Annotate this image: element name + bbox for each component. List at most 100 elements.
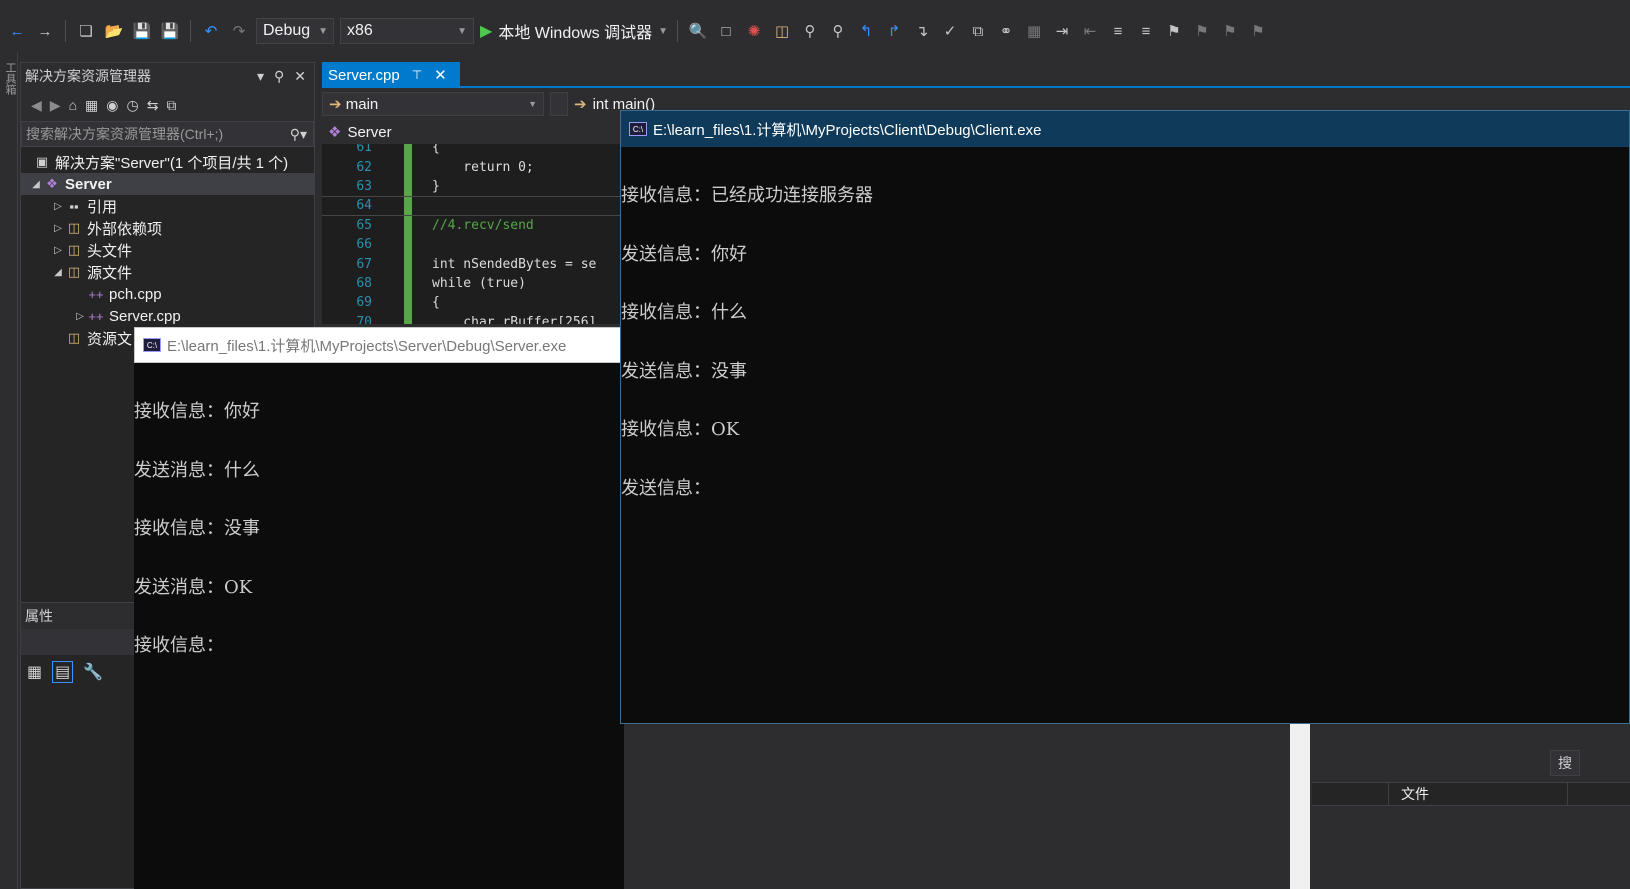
expanded-arrow-icon[interactable]: ◢ <box>29 179 43 190</box>
outdent-icon[interactable]: ⇤ <box>1079 20 1101 42</box>
platform-dropdown[interactable]: x86 ▼ <box>340 18 474 44</box>
alphabetical-icon[interactable]: ▤ <box>52 661 74 683</box>
extension-icon[interactable]: ✺ <box>743 20 765 42</box>
prev-bookmark-icon[interactable]: ⚑ <box>1191 20 1213 42</box>
server-console-titlebar[interactable]: C:\ E:\learn_files\1.计算机\MyProjects\Serv… <box>134 327 624 363</box>
toolbar-separator <box>65 20 66 42</box>
pin-icon[interactable]: ⊤ <box>412 68 422 82</box>
tree-item-label: 源文件 <box>87 264 133 282</box>
next-bookmark-icon[interactable]: ⚑ <box>1219 20 1241 42</box>
indent-icon[interactable]: ⇥ <box>1051 20 1073 42</box>
spellcheck-icon[interactable]: ✓ <box>939 20 961 42</box>
tree-item-external-deps[interactable]: ▷ ◫ 外部依赖项 <box>21 217 314 239</box>
search-icon[interactable]: ⚲ <box>799 20 821 42</box>
redo-icon[interactable]: ↷ <box>228 20 250 42</box>
code-editor[interactable]: 61{ 62 return 0; 63} 64 65//4.recv/send … <box>322 144 622 324</box>
project-label: Server <box>65 175 112 193</box>
clear-bookmarks-icon[interactable]: ⚑ <box>1247 20 1269 42</box>
collapsed-arrow-icon[interactable]: ▷ <box>51 245 65 256</box>
bottom-panel-search[interactable]: 搜 <box>1550 750 1580 776</box>
client-console-titlebar[interactable]: C:\ E:\learn_files\1.计算机\MyProjects\Clie… <box>621 111 1629 147</box>
tree-item-source-files[interactable]: ◢ ◫ 源文件 <box>21 261 314 283</box>
collapsed-arrow-icon[interactable]: ▷ <box>51 201 65 212</box>
console-line: 接收信息：OK <box>621 419 740 440</box>
forward-icon[interactable]: ▶ <box>50 97 61 114</box>
categorized-icon[interactable]: ▦ <box>27 662 42 682</box>
home-icon[interactable]: ⌂ <box>69 97 77 113</box>
back-icon[interactable]: ← <box>6 20 28 42</box>
close-icon[interactable]: ✕ <box>434 66 447 84</box>
save-all-icon[interactable]: 💾 <box>159 20 181 42</box>
arrow-icon: ➔ <box>574 96 587 113</box>
collapse-all-icon[interactable]: ⧉ <box>166 97 176 114</box>
solution-config-dropdown[interactable]: Debug ▼ <box>256 18 334 44</box>
client-console-title: E:\learn_files\1.计算机\MyProjects\Client\D… <box>653 121 1042 139</box>
expanded-arrow-icon[interactable]: ◢ <box>51 267 65 278</box>
client-console-window[interactable]: C:\ E:\learn_files\1.计算机\MyProjects\Clie… <box>620 110 1630 724</box>
open-file-icon[interactable]: 📂 <box>103 20 125 42</box>
search-icon[interactable]: ⚲▾ <box>290 126 313 143</box>
find-icon[interactable]: 🔍 <box>687 20 709 42</box>
tree-item-server-cpp[interactable]: ▷ ++ Server.cpp <box>21 305 314 327</box>
switch-view-icon[interactable]: ▦ <box>85 97 98 114</box>
comment-icon[interactable]: ≡ <box>1107 20 1129 42</box>
undo-icon[interactable]: ↶ <box>200 20 222 42</box>
solution-explorer-titlebar: 解决方案资源管理器 ▾ ⚲ ✕ <box>21 63 314 89</box>
toolbox-tab[interactable]: 工具箱 <box>2 62 18 95</box>
tree-item-references[interactable]: ▷ ▪▪ 引用 <box>21 195 314 217</box>
new-project-icon[interactable]: ❏ <box>75 20 97 42</box>
close-icon[interactable]: ✕ <box>294 68 306 85</box>
zoom-icon[interactable]: ⚲ <box>827 20 849 42</box>
code-line: 63} <box>322 176 622 197</box>
globe-icon[interactable]: ◉ <box>106 97 118 114</box>
platform-value: x86 <box>347 22 373 39</box>
console-line: 发送消息：OK <box>134 576 253 598</box>
scope-dropdown[interactable]: ➔ main ▼ <box>322 92 544 116</box>
uncomment-icon[interactable]: ≡ <box>1135 20 1157 42</box>
toolbar-separator <box>190 20 191 42</box>
history-icon[interactable]: ◷ <box>126 97 138 114</box>
project-icon: ❖ <box>328 124 342 141</box>
step-into-icon[interactable]: ↱ <box>883 20 905 42</box>
server-console-title: E:\learn_files\1.计算机\MyProjects\Server\D… <box>167 337 567 355</box>
dropdown-icon[interactable]: ▾ <box>257 68 264 85</box>
copy-icon[interactable]: ⧉ <box>967 20 989 42</box>
split-toggle[interactable] <box>550 92 568 116</box>
column-header-file[interactable]: 文件 <box>1388 782 1568 806</box>
client-console-output[interactable]: 接收信息：已经成功连接服务器 发送信息：你好 接收信息：什么 发送信息：没事 接… <box>621 147 1629 537</box>
link-icon[interactable]: ⚭ <box>995 20 1017 42</box>
bookmark-icon[interactable]: ⚑ <box>1163 20 1185 42</box>
tree-item-pch-cpp[interactable]: ++ pch.cpp <box>21 283 314 305</box>
tree-project[interactable]: ◢ ❖ Server <box>21 173 314 195</box>
step-back-icon[interactable]: ↰ <box>855 20 877 42</box>
format-icon[interactable]: ▦ <box>1023 20 1045 42</box>
collapsed-arrow-icon[interactable]: ▷ <box>73 311 87 322</box>
code-text: int nSendedBytes = se <box>432 256 597 272</box>
tree-solution[interactable]: ▣ 解决方案"Server"(1 个项目/共 1 个) <box>21 151 314 173</box>
server-console-output[interactable]: 接收信息：你好 发送消息：什么 接收信息：没事 发送消息：OK 接收信息： <box>134 363 624 695</box>
collapsed-arrow-icon[interactable]: ▷ <box>51 223 65 234</box>
project-icon: ❖ <box>46 176 58 191</box>
forward-icon[interactable]: → <box>34 20 56 42</box>
tab-server-cpp[interactable]: Server.cpp ⊤ ✕ <box>322 62 460 88</box>
start-debugger-button[interactable]: ▶ 本地 Windows 调试器 ▼ <box>480 19 668 43</box>
property-pages-icon[interactable]: 🔧 <box>83 662 103 682</box>
sync-icon[interactable]: ⇆ <box>147 97 159 114</box>
project-context[interactable]: ❖ Server <box>322 120 622 144</box>
project-context-label: Server <box>347 123 392 141</box>
back-icon[interactable]: ◀ <box>31 97 42 114</box>
step-out-icon[interactable]: ↴ <box>911 20 933 42</box>
tree-item-label: 资源文 <box>87 330 133 348</box>
server-console-window[interactable]: C:\ E:\learn_files\1.计算机\MyProjects\Serv… <box>134 327 624 889</box>
pin-icon[interactable]: ⚲ <box>274 68 284 85</box>
solution-explorer-search[interactable]: 搜索解决方案资源管理器(Ctrl+;) ⚲▾ <box>21 121 314 147</box>
bookmark-folder-icon[interactable]: ◫ <box>771 20 793 42</box>
tree-item-header-files[interactable]: ▷ ◫ 头文件 <box>21 239 314 261</box>
line-number: 70 <box>356 314 372 324</box>
tab-label: Server.cpp <box>328 66 400 84</box>
line-number: 67 <box>356 256 372 272</box>
save-icon[interactable]: 💾 <box>131 20 153 42</box>
line-number: 64 <box>356 198 372 214</box>
code-text: { <box>432 295 440 311</box>
browser-icon[interactable]: □ <box>715 20 737 42</box>
